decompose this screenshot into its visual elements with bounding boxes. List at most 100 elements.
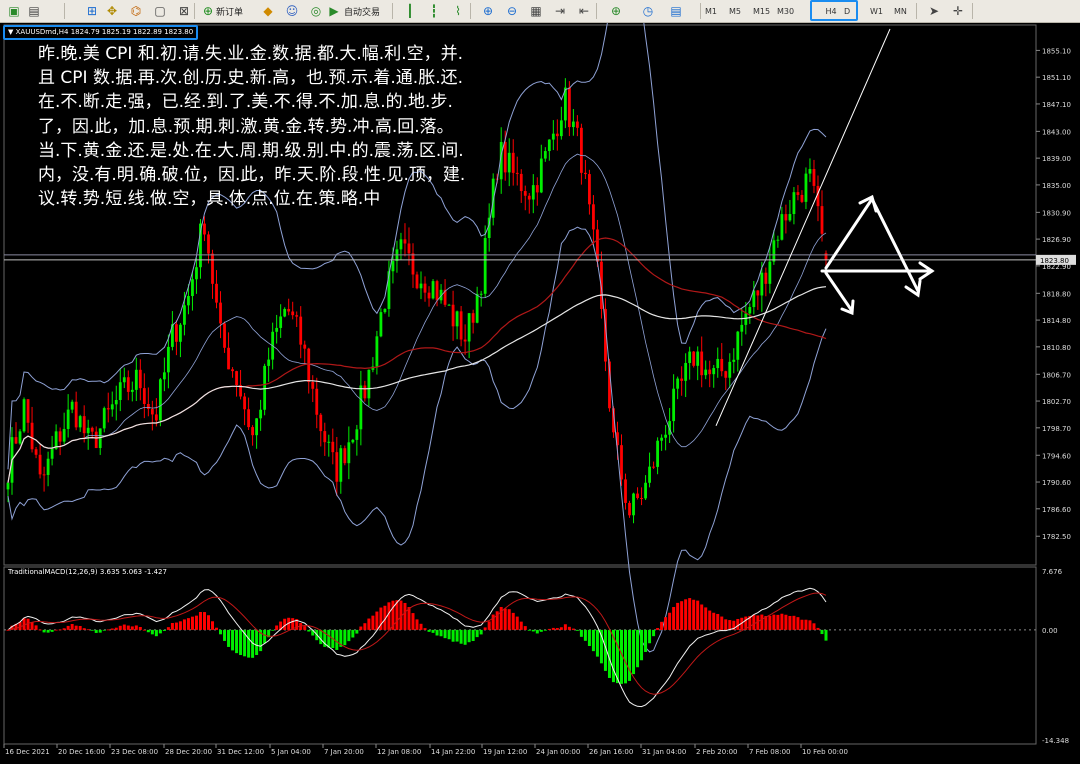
macd-histogram [6,598,828,684]
terminal-icon[interactable]: ▢ [152,3,168,19]
candle [247,397,250,431]
candle [18,429,22,445]
candle [255,418,259,449]
active-timeframe-highlight [810,0,858,21]
candle [74,391,78,431]
macd-bar [471,629,475,641]
candle [628,500,631,518]
macd-bar [275,625,279,630]
x-tick-label: 20 Dec 16:00 [58,748,105,756]
candle-body [688,351,692,363]
macd-bar [435,629,439,636]
signals-icon[interactable]: ◎ [308,3,324,19]
zoom-in-icon[interactable]: ⊕ [480,3,496,19]
profiles-icon[interactable]: ▤ [26,3,42,19]
candle-body [311,381,315,389]
candle-body [279,316,283,328]
x-tick-label: 24 Jan 00:00 [536,748,580,756]
y-tick-label: 1851.10 [1042,74,1071,82]
macd-bar [475,629,479,638]
candle-body [676,378,680,389]
timeframe-m1-button[interactable]: M1 [705,3,717,19]
data-window-icon[interactable]: ⌬ [128,3,144,19]
new-order-icon[interactable]: ⊕ [200,3,216,19]
cursor-icon[interactable]: ➤ [926,3,942,19]
candle-body [323,431,327,443]
candle [38,443,42,479]
candle-body [519,173,523,192]
macd-bar [307,629,311,632]
community-icon[interactable]: ☺ [284,3,300,19]
candle-body [808,169,812,174]
candle [235,370,238,397]
candle [50,435,54,466]
macd-bar [94,629,98,633]
strategy-tester-icon[interactable]: ⊠ [176,3,192,19]
candle-body [138,369,142,389]
line-chart-icon[interactable]: ⌇ [450,3,466,19]
candlestick-icon[interactable]: ┇ [426,3,442,19]
macd-bar [644,629,648,652]
candle-body [187,296,190,306]
timeframe-m30-button[interactable]: M30 [777,3,794,19]
candle [796,185,800,201]
annotation-line: 内，没.有.明.确.破.位，因.此，昨.天.阶.段.性.见.顶，建. [38,165,466,186]
timeframe-w1-button[interactable]: W1 [870,3,883,19]
candle [26,399,30,433]
candle [371,357,375,373]
macd-bar [114,627,118,630]
candle [660,434,663,451]
market-watch-icon[interactable]: ⊞ [84,3,100,19]
meta-editor-icon[interactable]: ◆ [260,3,276,19]
candle [800,190,804,204]
macd-bar [138,627,142,630]
candle [395,240,399,273]
candle [227,332,230,370]
candle [98,428,102,455]
candle-body [331,441,335,453]
candle [299,306,303,359]
candle-body [780,214,784,240]
candle-body [335,452,339,482]
candle [351,438,355,444]
tile-icon[interactable]: ▦ [528,3,544,19]
macd-bar [624,629,628,684]
bar-chart-icon[interactable]: ┃ [402,3,418,19]
candle [543,147,547,162]
templates-icon[interactable]: ▤ [668,3,684,19]
chart-shift-icon[interactable]: ⇤ [576,3,592,19]
candle-body [183,305,186,325]
candle-body [82,416,86,434]
candle [716,347,720,378]
new-order-button[interactable]: 新订单 [216,3,243,19]
auto-trading-icon[interactable]: ▶ [326,3,342,19]
navigator-icon[interactable]: ✥ [104,3,120,19]
x-tick-label: 16 Dec 2021 [5,748,50,756]
candle-body [211,253,214,284]
candle-body [427,292,431,299]
candle-body [531,185,535,200]
macd-bar [760,614,764,630]
timeframe-mn-button[interactable]: MN [894,3,907,19]
periods-icon[interactable]: ◷ [640,3,656,19]
macd-bar [640,629,644,661]
timeframe-m5-button[interactable]: M5 [729,3,741,19]
indicators-icon[interactable]: ⊕ [608,3,624,19]
macd-indicator-label: TraditionalMACD(12,26,9) 3.635 5.063 -1.… [8,568,167,576]
candle [150,400,154,431]
candle [523,185,527,211]
zoom-out-icon[interactable]: ⊖ [504,3,520,19]
new-chart-icon[interactable]: ▣ [6,3,22,19]
candle-body [319,414,323,432]
candle [640,487,643,506]
crosshair-icon[interactable]: ✛ [950,3,966,19]
candle-body [728,361,732,378]
candle [584,159,587,180]
candle [535,177,539,206]
candle-body [14,437,18,444]
auto-trading-button[interactable]: 自动交易 [344,3,380,19]
arrow-path-up-down [824,196,920,293]
autoscroll-icon[interactable]: ⇥ [552,3,568,19]
timeframe-m15-button[interactable]: M15 [753,3,770,19]
current-price-label: 1823.80 [1040,257,1069,265]
